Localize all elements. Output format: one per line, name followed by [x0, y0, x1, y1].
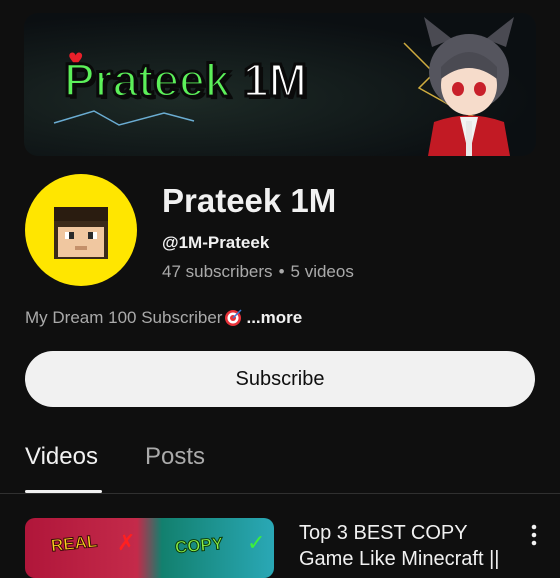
channel-tabs: Videos Posts — [0, 440, 560, 494]
thumbnail-real-text: REAL — [50, 531, 99, 556]
check-icon: ✓ — [247, 530, 266, 555]
cross-icon: ✗ — [117, 530, 136, 555]
description-text: My Dream 100 Subscriber — [25, 308, 223, 327]
banner-title: Prateek 1M — [62, 54, 309, 106]
video-title[interactable]: Top 3 BEST COPY Game Like Minecraft || — [299, 520, 515, 572]
target-emoji-icon — [225, 309, 242, 326]
stats-separator: • — [278, 262, 285, 281]
minecraft-face-icon — [54, 207, 108, 259]
thumbnail-copy-text: COPY — [174, 533, 225, 558]
channel-banner: ♥ Prateek 1M — [24, 13, 536, 156]
channel-stats: 47 subscribers • 5 videos — [162, 262, 354, 282]
anime-character-art — [424, 17, 514, 156]
channel-description[interactable]: My Dream 100 Subscriber ...more — [25, 308, 302, 328]
subscribe-button[interactable]: Subscribe — [25, 351, 535, 407]
subscriber-count: 47 subscribers — [162, 262, 273, 281]
channel-handle: @1M-Prateek — [162, 233, 270, 252]
banner-title-name: Prateek — [62, 54, 231, 106]
more-link[interactable]: ...more — [246, 308, 302, 328]
banner-title-suffix: 1M — [242, 54, 309, 106]
tabs-divider — [0, 493, 560, 494]
channel-avatar[interactable] — [25, 174, 137, 286]
video-count: 5 videos — [290, 262, 354, 281]
channel-title: Prateek 1M — [162, 182, 337, 219]
video-thumbnail[interactable]: REAL ✗ COPY ✓ — [25, 518, 274, 578]
kebab-menu-icon[interactable] — [524, 522, 544, 552]
tab-posts[interactable]: Posts — [145, 443, 205, 471]
tab-videos[interactable]: Videos — [25, 443, 98, 471]
